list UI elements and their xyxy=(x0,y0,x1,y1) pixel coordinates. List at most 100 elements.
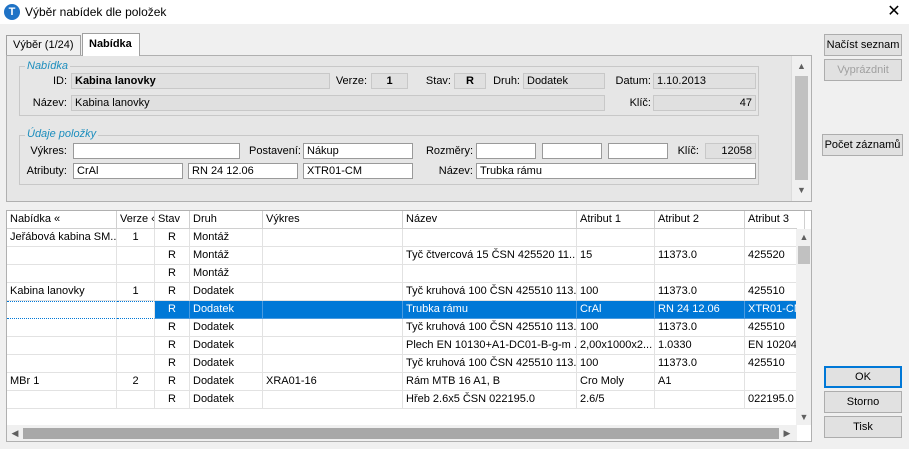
table-row[interactable]: R Montáž xyxy=(7,265,805,283)
vykres-label: Výkres: xyxy=(30,145,67,157)
nacist-seznam-button[interactable]: Načíst seznam xyxy=(824,34,902,56)
cell-stav: R xyxy=(155,373,190,391)
cell-atribut-1: 2.6/5 xyxy=(577,391,655,409)
grid-scroll-thumb[interactable] xyxy=(798,246,810,264)
polozka-nazev-input[interactable]: Trubka rámu xyxy=(476,163,756,179)
druh-value: Dodatek xyxy=(523,73,605,89)
ok-button[interactable]: OK xyxy=(824,366,902,388)
tisk-button[interactable]: Tisk xyxy=(824,416,902,438)
polozka-klic-value: 12058 xyxy=(705,143,756,159)
postaveni-input[interactable]: Nákup xyxy=(303,143,413,159)
table-row[interactable]: R Dodatek Tyč kruhová 100 ČSN 425510 113..… xyxy=(7,355,805,373)
cell-vykres xyxy=(263,247,403,265)
column-header-nazev[interactable]: Název xyxy=(403,211,577,229)
detail-scrollbar[interactable]: ▲ ▼ xyxy=(791,56,811,201)
cell-druh: Dodatek xyxy=(190,391,263,409)
druh-label: Druh: xyxy=(493,75,520,87)
column-header-nabidka[interactable]: Nabídka « xyxy=(7,211,117,229)
table-row[interactable]: R Dodatek Tyč kruhová 100 ČSN 425510 113..… xyxy=(7,319,805,337)
grid-header: Nabídka «Verze «Stav Druh Výkres Název Atrib… xyxy=(7,211,805,229)
tab-nabidka[interactable]: Nabídka xyxy=(82,33,140,56)
cell-atribut-2 xyxy=(655,391,745,409)
nabidka-legend: Nabídka xyxy=(25,60,70,72)
close-button[interactable]: ✕ xyxy=(884,2,904,22)
storno-button[interactable]: Storno xyxy=(824,391,902,413)
cell-verze xyxy=(117,301,155,319)
cell-vykres xyxy=(263,337,403,355)
atribut-input-3[interactable]: XTR01-CM xyxy=(303,163,413,179)
polozka-klic-label: Klíč: xyxy=(677,145,699,157)
cell-vykres xyxy=(263,301,403,319)
cell-atribut-1: 100 xyxy=(577,283,655,301)
table-row[interactable]: Jeřábová kabina SM... 1 R Montáž xyxy=(7,229,805,247)
column-header-atribut-1[interactable]: Atribut 1 xyxy=(577,211,655,229)
cell-stav: R xyxy=(155,229,190,247)
cell-atribut-1: Cro Moly xyxy=(577,373,655,391)
cell-druh: Dodatek xyxy=(190,373,263,391)
pocet-zaznamu-button[interactable]: Počet záznamů xyxy=(822,134,903,156)
table-row[interactable]: R Dodatek Hřeb 2.6x5 ČSN 022195.0 2.6/5 0221… xyxy=(7,391,805,409)
cell-nabidka: Kabina lanovky xyxy=(7,283,117,301)
cell-vykres: XRA01-16 xyxy=(263,373,403,391)
cell-stav: R xyxy=(155,355,190,373)
cell-druh: Dodatek xyxy=(190,301,263,319)
vyprazdnit-button[interactable]: Vyprázdnit xyxy=(824,59,902,81)
table-row[interactable]: R Montáž Tyč čtvercová 15 ČSN 425520 11...… xyxy=(7,247,805,265)
grid-vertical-scrollbar[interactable]: ▲ ▼ xyxy=(796,229,811,425)
cell-nazev: Tyč kruhová 100 ČSN 425510 113... xyxy=(403,283,577,301)
cell-nazev: Tyč kruhová 100 ČSN 425510 113... xyxy=(403,355,577,373)
cell-atribut-2: RN 24 12.06 xyxy=(655,301,745,319)
cell-atribut-1 xyxy=(577,229,655,247)
scroll-thumb[interactable] xyxy=(795,76,808,180)
cell-verze xyxy=(117,265,155,283)
verze-label: Verze: xyxy=(335,75,367,87)
scroll-up-icon[interactable]: ▲ xyxy=(792,58,811,74)
cell-verze xyxy=(117,319,155,337)
cell-verze xyxy=(117,355,155,373)
column-header-vykres[interactable]: Výkres xyxy=(263,211,403,229)
cell-atribut-1: 100 xyxy=(577,355,655,373)
cell-nazev xyxy=(403,265,577,283)
grid-scroll-down-icon[interactable]: ▼ xyxy=(796,409,811,425)
verze-value: 1 xyxy=(371,73,408,89)
cell-stav: R xyxy=(155,283,190,301)
rozmery-input-3[interactable] xyxy=(608,143,668,159)
atribut-input-2[interactable]: RN 24 12.06 xyxy=(188,163,298,179)
cell-stav: R xyxy=(155,319,190,337)
cell-atribut-2: A1 xyxy=(655,373,745,391)
table-row[interactable]: R Dodatek Plech EN 10130+A1-DC01-B-g-m ...… xyxy=(7,337,805,355)
grid-scroll-up-icon[interactable]: ▲ xyxy=(796,229,811,245)
column-header-stav[interactable]: Stav xyxy=(155,211,190,229)
datum-label: Datum: xyxy=(615,75,651,87)
grid-scroll-left-icon[interactable]: ◀ xyxy=(7,425,23,441)
rozmery-input-2[interactable] xyxy=(542,143,602,159)
datum-value: 1.10.2013 xyxy=(653,73,756,89)
grid-scroll-right-icon[interactable]: ▶ xyxy=(779,425,795,441)
cell-druh: Dodatek xyxy=(190,283,263,301)
cell-verze: 1 xyxy=(117,229,155,247)
table-row[interactable]: MBr 1 2 R Dodatek XRA01-16 Rám MTB 16 A1, B Cr… xyxy=(7,373,805,391)
cell-atribut-2 xyxy=(655,265,745,283)
atribut-input-1[interactable]: CrAl xyxy=(73,163,183,179)
table-row[interactable]: Kabina lanovky 1 R Dodatek Tyč kruhová 100 Č… xyxy=(7,283,805,301)
column-header-verze[interactable]: Verze « xyxy=(117,211,155,229)
nazev-label: Název: xyxy=(32,97,67,109)
vykres-input[interactable] xyxy=(73,143,240,159)
cell-nabidka xyxy=(7,265,117,283)
column-header-atribut-3[interactable]: Atribut 3 xyxy=(745,211,805,229)
cell-nazev: Trubka rámu xyxy=(403,301,577,319)
table-row[interactable]: R Dodatek Trubka rámu CrAl RN 24 12.06 XTR01-… xyxy=(7,301,805,319)
grid-horizontal-scrollbar[interactable]: ◀ ▶ xyxy=(7,425,797,441)
scroll-down-icon[interactable]: ▼ xyxy=(792,182,811,198)
grid-hscroll-thumb[interactable] xyxy=(23,428,779,439)
cell-nabidka xyxy=(7,391,117,409)
column-header-atribut-2[interactable]: Atribut 2 xyxy=(655,211,745,229)
cell-atribut-2: 11373.0 xyxy=(655,283,745,301)
tab-vyber[interactable]: Výběr (1/24) xyxy=(6,35,81,55)
column-header-druh[interactable]: Druh xyxy=(190,211,263,229)
cell-druh: Dodatek xyxy=(190,337,263,355)
polozka-legend: Údaje položky xyxy=(25,128,99,140)
results-grid[interactable]: Nabídka «Verze «Stav Druh Výkres Název Atrib… xyxy=(6,210,812,442)
rozmery-input-1[interactable] xyxy=(476,143,536,159)
nabidka-klic-value: 47 xyxy=(653,95,756,111)
